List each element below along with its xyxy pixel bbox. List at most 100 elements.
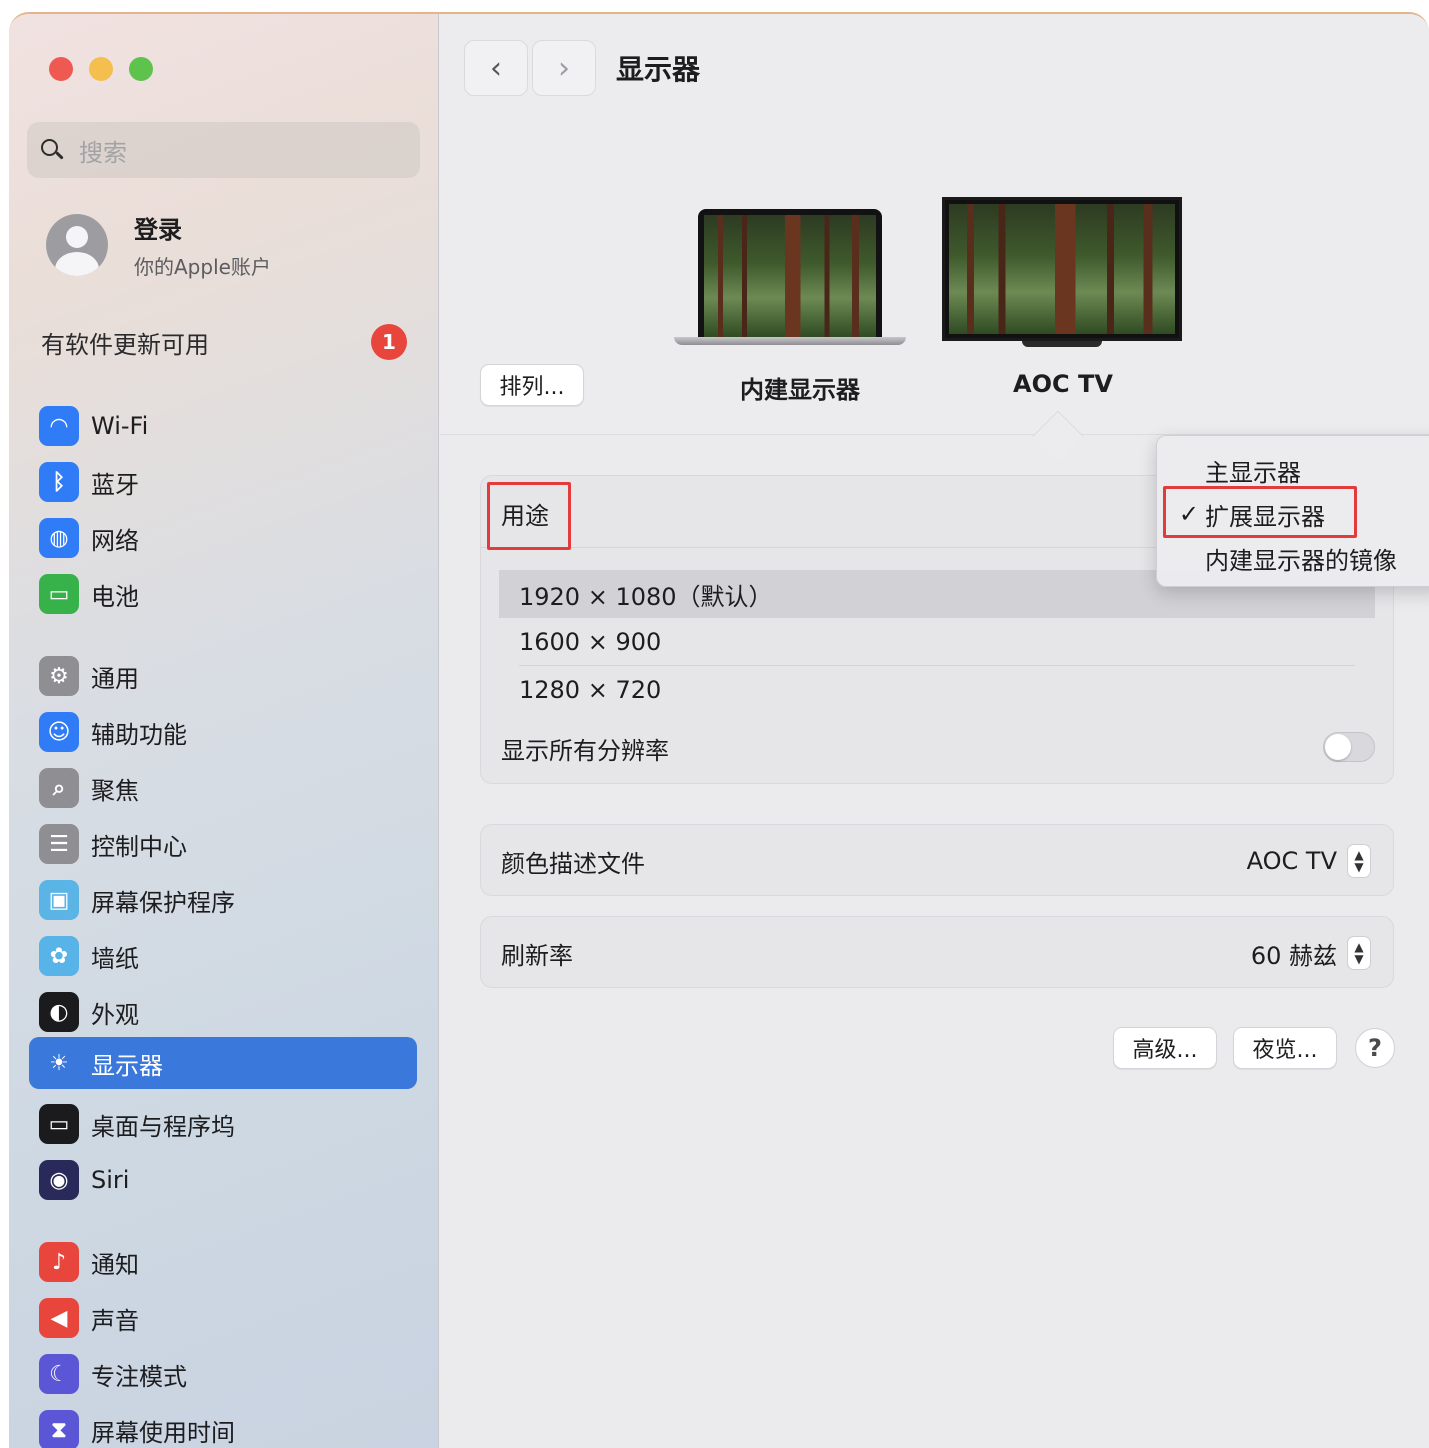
sidebar-item-label: 墙纸 [91,944,139,973]
color-profile-card: 颜色描述文件 AOC TV ▲ ▼ [480,824,1394,896]
wallpaper-icon: ✿ [39,936,79,976]
color-profile-value: AOC TV [1246,847,1337,875]
spotlight-icon: ⌕ [39,768,79,808]
sidebar-item-label: 电池 [91,582,139,611]
siri-icon: ◉ [39,1160,79,1200]
software-update-item[interactable]: 有软件更新可用 1 [41,324,407,360]
minimize-window-button[interactable] [89,57,113,81]
battery-icon: ▭ [39,574,79,614]
account-subtitle: 你的Apple账户 [134,255,271,279]
chevron-updown-icon: ▲ ▼ [1347,936,1371,970]
main-pane: ‹ › 显示器 排列... 内建显示器 AOC TV 用途 1920 × 108… [440,14,1429,1448]
bluetooth-icon: ᛒ [39,462,79,502]
use-popup-menu: 主显示器 ✓ 扩展显示器 内建显示器的镜像 [1156,435,1429,587]
tv-display-label[interactable]: AOC TV [1013,370,1113,398]
sidebar-item-label: 显示器 [91,1051,163,1080]
sidebar-item-label: 控制中心 [91,832,187,861]
page-title: 显示器 [616,53,701,86]
sidebar-item-label: 桌面与程序坞 [91,1112,235,1141]
sidebar-item-label: 屏幕保护程序 [91,888,235,917]
sidebar-item-label: 专注模式 [91,1362,187,1391]
sidebar-item-13[interactable]: ◉ Siri [29,1154,417,1206]
show-all-resolutions-toggle[interactable] [1323,732,1375,762]
sidebar-item-label: Wi-Fi [91,412,149,440]
account-signin[interactable]: 登录 你的Apple账户 [46,210,271,280]
search-field[interactable]: 搜索 [27,122,420,178]
sidebar-item-label: Siri [91,1166,130,1194]
resolution-item[interactable]: 1280 × 720 [499,666,1375,714]
help-button[interactable]: ? [1355,1028,1395,1068]
sidebar: 搜索 登录 你的Apple账户 有软件更新可用 1 ◠ Wi-Fi ᛒ 蓝牙 ◍ 网络 ▭ 电… [9,14,439,1448]
sidebar-item-label: 聚焦 [91,776,139,805]
sidebar-item-6[interactable]: ⌕ 聚焦 [29,762,417,814]
arrange-button[interactable]: 排列... [480,364,584,406]
use-highlight-box [487,482,571,550]
sidebar-item-7[interactable]: ☰ 控制中心 [29,818,417,870]
menu-item-mirror-builtin[interactable]: 内建显示器的镜像 [1157,536,1429,580]
avatar [46,214,108,276]
screensaver-icon: ▣ [39,880,79,920]
moon-icon: ☾ [39,1354,79,1394]
advanced-button[interactable]: 高级... [1113,1027,1217,1069]
appearance-icon: ◐ [39,992,79,1032]
forest-wallpaper-image [704,215,876,337]
sidebar-item-0[interactable]: ◠ Wi-Fi [29,400,417,452]
search-icon [41,139,64,161]
wifi-icon: ◠ [39,406,79,446]
control-center-icon: ☰ [39,824,79,864]
sidebar-item-label: 蓝牙 [91,470,139,499]
sidebar-item-11[interactable]: ☀ 显示器 [29,1037,417,1089]
sidebar-item-3[interactable]: ▭ 电池 [29,568,417,620]
dock-icon: ▭ [39,1104,79,1144]
sidebar-item-8[interactable]: ▣ 屏幕保护程序 [29,874,417,926]
sidebar-item-9[interactable]: ✿ 墙纸 [29,930,417,982]
close-window-button[interactable] [49,57,73,81]
sidebar-item-label: 辅助功能 [91,720,187,749]
sidebar-item-1[interactable]: ᛒ 蓝牙 [29,456,417,508]
builtin-display-thumbnail[interactable] [674,209,906,345]
globe-icon: ◍ [39,518,79,558]
back-button[interactable]: ‹ [464,40,528,96]
sidebar-item-label: 声音 [91,1306,139,1335]
speaker-icon: ◀ [39,1298,79,1338]
refresh-rate-label: 刷新率 [501,941,573,970]
sidebar-item-2[interactable]: ◍ 网络 [29,512,417,564]
sidebar-item-17[interactable]: ⧗ 屏幕使用时间 [29,1404,417,1448]
menu-item-label: 主显示器 [1205,458,1301,487]
sidebar-item-12[interactable]: ▭ 桌面与程序坞 [29,1098,417,1150]
zoom-window-button[interactable] [129,57,153,81]
sidebar-item-label: 屏幕使用时间 [91,1418,235,1447]
sidebar-item-label: 网络 [91,526,139,555]
color-profile-label: 颜色描述文件 [501,849,645,878]
gear-icon: ⚙ [39,656,79,696]
display-arrangement-area: ‹ › 显示器 排列... 内建显示器 AOC TV [440,14,1429,462]
sidebar-item-16[interactable]: ☾ 专注模式 [29,1348,417,1400]
sidebar-item-label: 通用 [91,664,139,693]
sidebar-item-14[interactable]: ♪ 通知 [29,1236,417,1288]
color-profile-select[interactable]: AOC TV ▲ ▼ [1247,844,1371,878]
forest-wallpaper-image [949,204,1175,334]
menu-item-label: 内建显示器的镜像 [1205,546,1397,575]
night-shift-button[interactable]: 夜览... [1233,1027,1337,1069]
chevron-updown-icon: ▲ ▼ [1347,844,1371,878]
resolution-item[interactable]: 1600 × 900 [499,618,1375,666]
builtin-display-label[interactable]: 内建显示器 [740,370,860,405]
tv-display-thumbnail[interactable] [942,197,1182,347]
sidebar-item-5[interactable]: ☺ 辅助功能 [29,706,417,758]
sidebar-item-4[interactable]: ⚙ 通用 [29,650,417,702]
selection-pointer [1032,410,1084,462]
refresh-rate-select[interactable]: 60 赫兹 ▲ ▼ [1251,936,1371,971]
forward-button[interactable]: › [532,40,596,96]
refresh-rate-value: 60 赫兹 [1250,941,1337,970]
extended-display-highlight-box [1163,486,1357,538]
search-placeholder: 搜索 [79,138,127,167]
show-all-resolutions-label: 显示所有分辨率 [501,737,669,765]
update-count-badge: 1 [371,324,407,360]
display-sun-icon: ☀ [49,1050,69,1076]
accessibility-icon: ☺ [39,712,79,752]
account-title: 登录 [134,216,182,244]
sidebar-item-10[interactable]: ◐ 外观 [29,986,417,1038]
refresh-rate-card: 刷新率 60 赫兹 ▲ ▼ [480,916,1394,988]
software-update-label: 有软件更新可用 [41,330,209,359]
sidebar-item-15[interactable]: ◀ 声音 [29,1292,417,1344]
